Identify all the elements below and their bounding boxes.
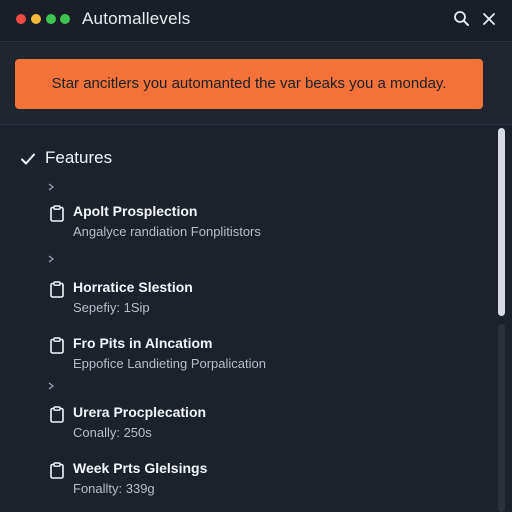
scroll-thumb[interactable] bbox=[498, 128, 505, 316]
clipboard-icon bbox=[49, 281, 65, 298]
vertical-scrollbar[interactable] bbox=[497, 126, 507, 512]
item-subtitle: Eppofice Landieting Porpalication bbox=[73, 356, 266, 371]
item-title: Fro Pits in Alncatiom bbox=[73, 335, 213, 351]
clipboard-icon bbox=[49, 205, 65, 222]
banner-area: Star ancitlers you automanted the var be… bbox=[0, 43, 512, 125]
minimize-window-dot[interactable] bbox=[31, 14, 41, 24]
close-icon[interactable] bbox=[478, 8, 500, 30]
fullscreen-window-dot[interactable] bbox=[60, 14, 70, 24]
item-title: Horratice Slestion bbox=[73, 279, 193, 295]
maximize-window-dot[interactable] bbox=[46, 14, 56, 24]
item-subtitle: Fonallty: 339g bbox=[73, 481, 155, 496]
item-title: Week Prts Glelsings bbox=[73, 460, 208, 476]
list-item[interactable]: Horratice Slestion Sepefiy: 1Sip bbox=[49, 279, 479, 321]
item-title: Urera Procplecation bbox=[73, 404, 207, 420]
chevron-right-icon[interactable] bbox=[46, 251, 56, 263]
list-item[interactable]: Week Prts Glelsings Fonallty: 339g bbox=[49, 460, 479, 502]
clipboard-icon bbox=[49, 337, 65, 354]
close-window-dot[interactable] bbox=[16, 14, 26, 24]
app-title: Automallevels bbox=[82, 9, 191, 28]
search-icon[interactable] bbox=[451, 8, 473, 30]
section-title: Features bbox=[45, 148, 113, 167]
notification-banner[interactable]: Star ancitlers you automanted the var be… bbox=[15, 59, 483, 109]
features-panel: Features Apolt Prosplection Angalyce ran… bbox=[0, 126, 496, 512]
clipboard-icon bbox=[49, 406, 65, 423]
title-bar: Automallevels bbox=[0, 0, 512, 42]
item-subtitle: Sepefiy: 1Sip bbox=[73, 300, 150, 315]
scroll-track[interactable] bbox=[498, 324, 505, 512]
item-title: Apolt Prosplection bbox=[73, 203, 198, 219]
item-subtitle: Conally: 250s bbox=[73, 425, 152, 440]
list-item[interactable]: Apolt Prosplection Angalyce randiation F… bbox=[49, 203, 479, 245]
chevron-right-icon[interactable] bbox=[46, 378, 56, 390]
item-subtitle: Angalyce randiation Fonplitistors bbox=[73, 224, 261, 239]
list-item[interactable]: Fro Pits in Alncatiom Eppofice Landietin… bbox=[49, 335, 479, 377]
chevron-right-icon[interactable] bbox=[46, 179, 56, 191]
clipboard-icon bbox=[49, 462, 65, 479]
check-icon bbox=[20, 151, 36, 167]
list-item[interactable]: Urera Procplecation Conally: 250s bbox=[49, 404, 479, 446]
